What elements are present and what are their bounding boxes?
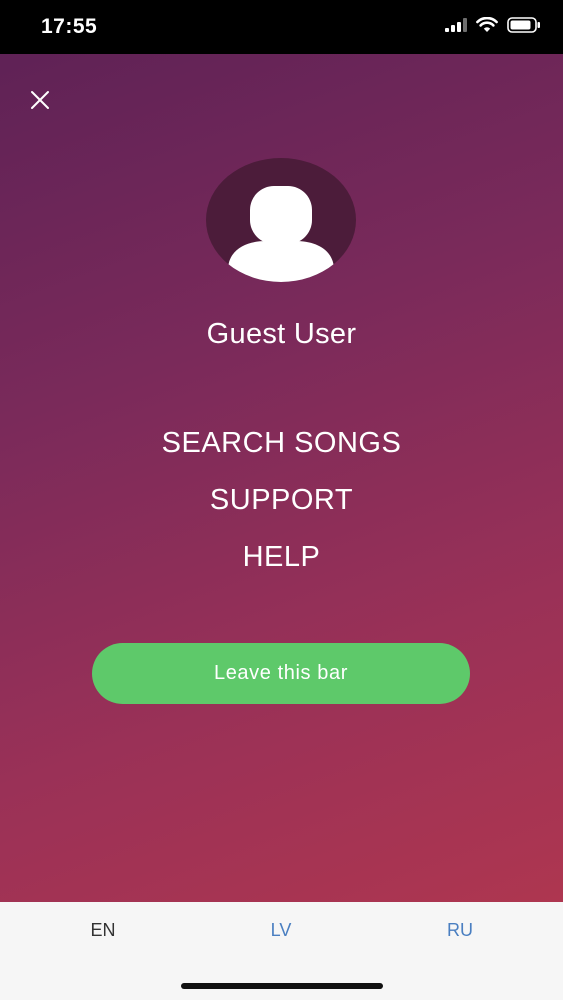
avatar	[206, 158, 356, 282]
language-switcher: EN LV RU	[0, 902, 563, 1000]
close-icon	[31, 91, 49, 109]
language-option-lv[interactable]: LV	[241, 920, 321, 941]
signal-icon	[445, 18, 467, 32]
home-indicator	[181, 983, 383, 989]
menu-item-search-songs[interactable]: SEARCH SONGS	[0, 427, 563, 460]
menu-item-help[interactable]: HELP	[0, 541, 563, 574]
language-option-en[interactable]: EN	[63, 920, 143, 941]
wifi-icon	[476, 17, 498, 32]
status-icons	[445, 17, 541, 33]
side-menu-panel: Guest User SEARCH SONGS SUPPORT HELP Lea…	[0, 54, 563, 902]
status-bar: 17:55	[0, 0, 563, 54]
close-button[interactable]	[26, 86, 54, 114]
battery-icon	[507, 17, 540, 33]
menu-item-support[interactable]: SUPPORT	[0, 484, 563, 517]
leave-bar-button[interactable]: Leave this bar	[92, 643, 470, 704]
status-time: 17:55	[41, 15, 98, 38]
user-name: Guest User	[206, 318, 357, 350]
language-option-ru[interactable]: RU	[420, 920, 500, 941]
user-avatar-icon	[228, 186, 334, 282]
